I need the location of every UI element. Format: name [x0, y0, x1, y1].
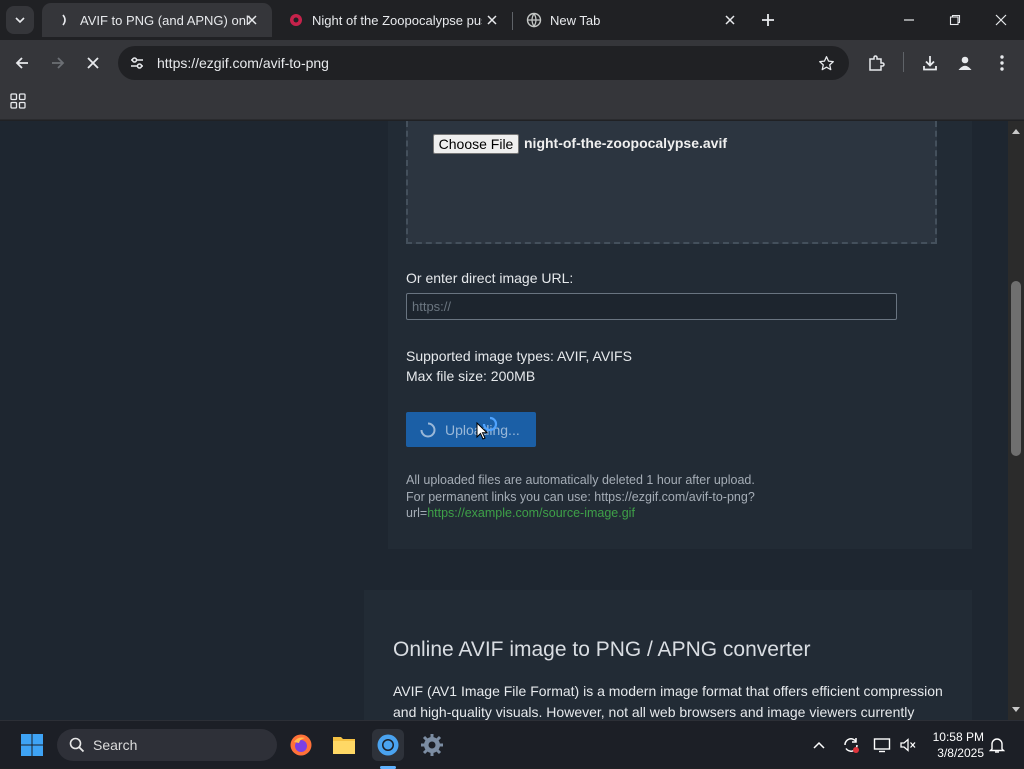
supported-types-text: Supported image types: AVIF, AVIFS — [406, 348, 632, 364]
tab-title: AVIF to PNG (and APNG) online — [80, 12, 250, 28]
restore-icon — [949, 14, 961, 26]
chevron-down-icon — [15, 17, 25, 24]
close-window-button[interactable] — [978, 0, 1024, 40]
chrome-icon — [377, 734, 399, 756]
kebab-menu-icon — [1000, 55, 1004, 71]
close-tab-icon[interactable] — [484, 12, 500, 28]
scroll-thumb[interactable] — [1011, 281, 1021, 456]
settings-taskbar-button[interactable] — [416, 729, 448, 761]
selected-file-name: night-of-the-zoopocalypse.avif — [524, 135, 727, 151]
info-url-prefix: url= — [406, 506, 428, 520]
close-icon — [87, 57, 99, 69]
stop-button[interactable] — [78, 48, 108, 78]
article-title: Online AVIF image to PNG / APNG converte… — [393, 638, 811, 661]
download-icon — [923, 56, 937, 71]
restore-button[interactable] — [932, 0, 978, 40]
article-body: AVIF (AV1 Image File Format) is a modern… — [393, 683, 943, 720]
clock-time: 10:58 PM — [932, 730, 984, 744]
network-icon — [873, 738, 891, 753]
page-scrollbar[interactable] — [1008, 121, 1024, 720]
search-label: Search — [93, 737, 138, 753]
arrow-left-icon — [15, 57, 28, 69]
toolbar-divider — [903, 52, 904, 72]
sync-icon — [844, 738, 859, 753]
tab-new-tab[interactable]: New Tab — [510, 3, 750, 37]
sync-tray-button[interactable] — [841, 735, 861, 755]
menu-button[interactable] — [987, 48, 1017, 78]
start-button[interactable] — [16, 729, 48, 761]
close-tab-icon[interactable] — [722, 12, 738, 28]
person-icon — [958, 56, 972, 70]
tab-ezgif[interactable]: AVIF to PNG (and APNG) online — [42, 3, 272, 37]
scroll-up-icon[interactable] — [1008, 123, 1024, 139]
chrome-taskbar-button[interactable] — [372, 729, 404, 761]
show-hidden-icons-button[interactable] — [809, 735, 829, 755]
taskbar-search[interactable]: Search — [57, 729, 277, 761]
address-bar[interactable]: https://ezgif.com/avif-to-png — [118, 46, 849, 80]
upload-button[interactable]: Uploading... — [406, 412, 536, 447]
clock-date: 3/8/2025 — [937, 746, 984, 760]
tab-title: New Tab — [550, 12, 601, 28]
search-icon — [69, 737, 85, 753]
spinner-icon — [420, 422, 436, 437]
ezgif-favicon-icon — [62, 14, 66, 26]
chevron-up-icon — [813, 741, 825, 749]
firefox-taskbar-button[interactable] — [285, 729, 317, 761]
image-url-input[interactable] — [406, 293, 897, 320]
extensions-button[interactable] — [861, 48, 891, 78]
max-size-text: Max file size: 200MB — [406, 368, 536, 384]
gear-icon — [421, 734, 443, 756]
star-icon[interactable] — [816, 53, 836, 73]
globe-icon — [526, 12, 542, 28]
folder-icon — [333, 737, 355, 754]
film-favicon-icon — [290, 14, 302, 26]
windows-taskbar: Search 10:58 PM 3/8/2025 — [0, 720, 1024, 769]
bookmarks-bar — [0, 86, 1024, 120]
arrow-right-icon — [52, 57, 65, 69]
tune-icon[interactable] — [127, 53, 147, 73]
back-button[interactable] — [7, 48, 37, 78]
tab-zoopocalypse[interactable]: Night of the Zoopocalypse pushe — [272, 3, 512, 37]
taskbar-clock[interactable]: 10:58 PM 3/8/2025 — [928, 729, 984, 761]
firefox-icon — [290, 734, 312, 756]
choose-file-button[interactable]: Choose File — [433, 134, 519, 154]
minimize-button[interactable] — [886, 0, 932, 40]
example-link[interactable]: https://example.com/source-image.gif — [427, 506, 635, 520]
profile-button[interactable] — [950, 48, 980, 78]
info-line: url=https://example.com/source-image.gif — [406, 505, 786, 522]
minimize-icon — [904, 19, 914, 21]
tab-search-button[interactable] — [6, 6, 34, 34]
info-line: For permanent links you can use: https:/… — [406, 489, 755, 504]
tab-title: Night of the Zoopocalypse pushe — [312, 12, 482, 28]
scroll-down-icon[interactable] — [1008, 702, 1024, 718]
loading-ring-icon — [482, 416, 498, 432]
downloads-button[interactable] — [915, 48, 945, 78]
volume-tray-button[interactable] — [898, 735, 918, 755]
plus-icon — [762, 14, 774, 26]
puzzle-icon — [869, 55, 885, 71]
new-tab-button[interactable] — [756, 8, 780, 32]
close-icon — [995, 14, 1007, 26]
tab-strip: AVIF to PNG (and APNG) online Night of t… — [0, 0, 1024, 40]
url-label: Or enter direct image URL: — [406, 270, 574, 286]
close-tab-icon[interactable] — [244, 12, 260, 28]
windows-logo-icon — [21, 734, 43, 756]
browser-toolbar: https://ezgif.com/avif-to-png — [0, 40, 1024, 86]
page-viewport: Choose File night-of-the-zoopocalypse.av… — [0, 121, 1008, 720]
info-line: All uploaded files are automatically del… — [406, 473, 755, 487]
bell-icon — [989, 738, 1005, 753]
volume-muted-icon — [900, 738, 916, 752]
file-explorer-taskbar-button[interactable] — [328, 729, 360, 761]
upload-info-text: All uploaded files are automatically del… — [406, 472, 786, 522]
apps-grid-icon[interactable] — [10, 93, 30, 113]
notifications-button[interactable] — [987, 735, 1007, 755]
network-tray-button[interactable] — [872, 735, 892, 755]
address-url: https://ezgif.com/avif-to-png — [157, 55, 329, 71]
forward-button[interactable] — [43, 48, 73, 78]
